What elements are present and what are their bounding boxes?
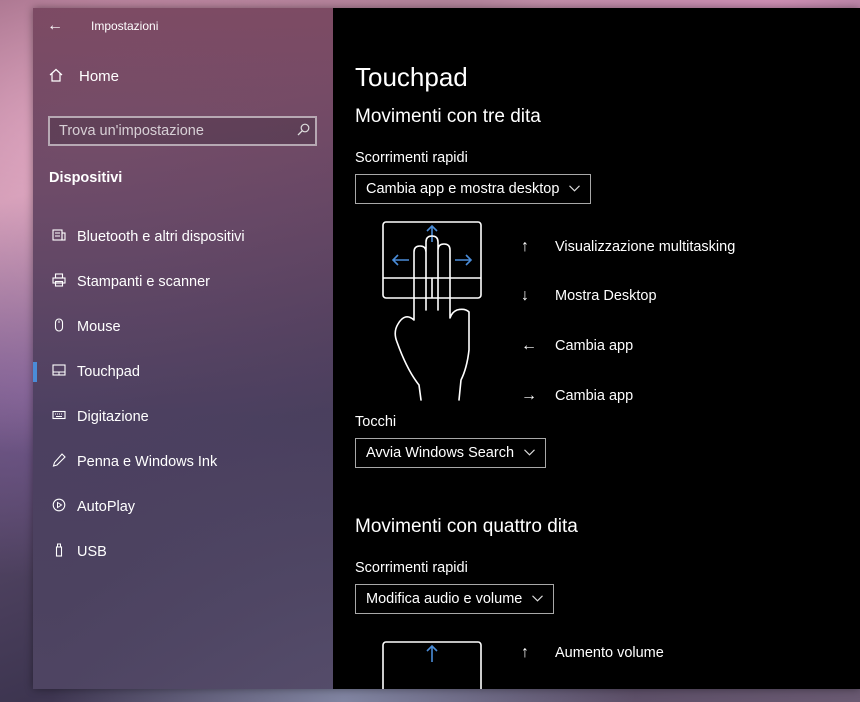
sidebar-item-usb[interactable]: USB [33,529,333,574]
app-title: Impostazioni [91,19,159,33]
gesture-text: Cambia app [555,337,634,354]
sidebar-item-label: Mouse [77,318,121,335]
three-finger-hand-illustration [382,221,482,401]
sidebar-item-label: USB [77,543,107,560]
gesture-row: → Cambia app [521,371,735,421]
chevron-down-icon [532,593,544,605]
mouse-icon [49,318,69,335]
sidebar-item-label: Digitazione [77,408,149,425]
three-finger-swipes-label: Scorrimenti rapidi [355,150,468,166]
three-finger-taps-dropdown[interactable]: Avvia Windows Search [355,438,547,468]
sidebar-nav: Bluetooth e altri dispositivi Stampanti … [33,214,333,574]
keyboard-icon [49,408,69,425]
gesture-row: ↑ Visualizzazione multitasking [521,222,735,272]
dropdown-value: Avvia Windows Search [366,445,515,461]
dropdown-value: Cambia app e mostra desktop [366,181,560,197]
four-finger-gesture-illustration: ↑ Aumento volume [355,640,860,689]
three-finger-gesture-list: ↑ Visualizzazione multitasking ↓ Mostra … [521,222,735,420]
title-bar: ← Impostazioni [33,8,333,44]
chevron-down-icon [569,183,581,195]
pen-icon [49,453,69,470]
three-finger-gesture-illustration: ↑ Visualizzazione multitasking ↓ Mostra … [355,220,860,420]
home-link[interactable]: Home [33,54,333,98]
sidebar: ← Impostazioni Home Dispositivi Bluetoot… [33,8,333,689]
bluetooth-devices-icon [49,228,69,245]
arrow-up-icon: ↑ [521,643,529,661]
four-finger-swipes-label: Scorrimenti rapidi [355,560,468,576]
arrow-left-icon: ← [521,336,537,354]
section-title: Dispositivi [49,170,123,186]
gesture-text: Visualizzazione multitasking [555,238,736,255]
back-arrow-icon: ← [47,17,63,34]
home-icon [49,68,69,85]
search-input[interactable] [50,122,291,140]
page-title: Touchpad [355,62,468,92]
arrow-right-icon: → [521,386,537,404]
dropdown-value: Modifica audio e volume [366,591,523,607]
sidebar-item-autoplay[interactable]: AutoPlay [33,484,333,529]
sidebar-item-label: AutoPlay [77,498,136,515]
four-finger-gesture-list: ↑ Aumento volume [521,628,664,678]
arrow-up-icon: ↑ [521,237,529,255]
search-icon[interactable] [291,123,315,139]
autoplay-icon [49,498,69,515]
home-label: Home [79,67,120,85]
four-finger-heading: Movimenti con quattro dita [355,516,578,537]
three-finger-heading: Movimenti con tre dita [355,106,541,127]
gesture-row: ← Cambia app [521,321,735,371]
gesture-row: ↓ Mostra Desktop [521,272,735,322]
search-box [48,116,317,146]
sidebar-item-touchpad[interactable]: Touchpad [33,349,333,394]
sidebar-item-mouse[interactable]: Mouse [33,304,333,349]
gesture-text: Aumento volume [555,644,664,661]
four-finger-swipes-dropdown[interactable]: Modifica audio e volume [355,584,555,614]
sidebar-item-label: Touchpad [77,363,140,380]
touchpad-icon [49,363,69,380]
sidebar-item-printers[interactable]: Stampanti e scanner [33,259,333,304]
settings-window: ← Impostazioni Home Dispositivi Bluetoot… [33,8,860,689]
sidebar-item-label: Bluetooth e altri dispositivi [77,228,245,245]
sidebar-item-label: Stampanti e scanner [77,273,210,290]
main-content: Touchpad Movimenti con tre dita Scorrime… [333,8,860,689]
gesture-text: Mostra Desktop [555,288,657,305]
three-finger-swipes-dropdown[interactable]: Cambia app e mostra desktop [355,174,592,204]
sidebar-item-typing[interactable]: Digitazione [33,394,333,439]
gesture-text: Cambia app [555,387,634,404]
sidebar-item-label: Penna e Windows Ink [77,453,218,470]
printer-icon [49,273,69,290]
gesture-row: ↑ Aumento volume [521,628,664,678]
four-finger-touchpad-illustration [382,641,482,689]
back-button[interactable]: ← [33,8,77,44]
arrow-down-icon: ↓ [521,287,529,305]
usb-icon [49,543,69,560]
sidebar-item-bluetooth[interactable]: Bluetooth e altri dispositivi [33,214,333,259]
chevron-down-icon [524,447,535,459]
sidebar-item-pen[interactable]: Penna e Windows Ink [33,439,333,484]
